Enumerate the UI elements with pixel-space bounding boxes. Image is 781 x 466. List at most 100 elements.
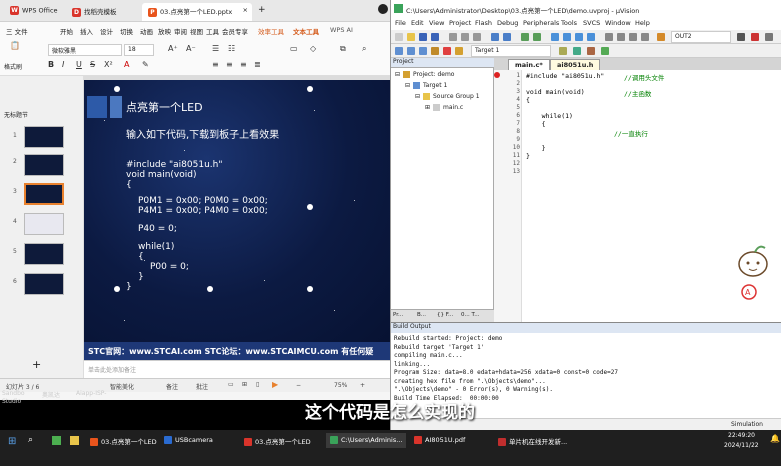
tree-collapse-icon[interactable]: ⊟ (395, 71, 400, 78)
menu-wps-ai[interactable]: WPS AI (330, 26, 353, 34)
load-icon[interactable] (455, 47, 463, 55)
tree-item-group[interactable]: Source Group 1 (433, 93, 480, 100)
new-tab-icon[interactable]: + (258, 5, 266, 15)
taskbar-item-camera[interactable]: USBcamera (160, 433, 217, 448)
clock-time[interactable]: 22:49:20 (728, 432, 755, 439)
menu-view[interactable]: 视图 (190, 26, 203, 36)
slide-thumbnail-1[interactable] (24, 126, 64, 148)
zoom-out-icon[interactable]: − (296, 382, 301, 389)
clock-date[interactable]: 2024/11/22 (724, 442, 759, 449)
build-icon[interactable] (407, 47, 415, 55)
save-all-icon[interactable] (431, 33, 439, 41)
desktop-icon-label[interactable]: 奥凯达 (42, 390, 60, 399)
underline-icon[interactable]: U (76, 60, 82, 69)
slide-thumbnail-4[interactable] (24, 213, 64, 235)
font-size-select[interactable]: 18 (124, 44, 154, 56)
menu-insert[interactable]: 插入 (80, 26, 93, 36)
tree-collapse-icon[interactable]: ⊟ (415, 93, 420, 100)
textbox-icon[interactable]: ▭ (290, 44, 298, 53)
tab-header-file[interactable]: ai8051u.h (550, 59, 601, 70)
redo-icon[interactable] (503, 33, 511, 41)
menu-window[interactable]: Window (605, 19, 631, 27)
app-icon[interactable] (52, 436, 61, 445)
align-center-icon[interactable]: ≡ (226, 60, 233, 69)
pack-installer-icon[interactable] (587, 47, 595, 55)
settings-icon[interactable] (765, 33, 773, 41)
unindent-icon[interactable] (617, 33, 625, 41)
paste-icon[interactable]: 📋 (10, 41, 20, 50)
menu-help[interactable]: Help (635, 19, 650, 27)
desktop-icon-label[interactable]: Studio (2, 398, 21, 405)
undo-icon[interactable] (491, 33, 499, 41)
find-files-icon[interactable] (657, 33, 665, 41)
tree-item-target[interactable]: Target 1 (423, 82, 447, 89)
bold-icon[interactable]: B (48, 60, 54, 69)
desktop-icon-label[interactable]: Aiapp-ISP- (76, 390, 106, 397)
indent-icon[interactable] (605, 33, 613, 41)
menu-svcs[interactable]: SVCS (583, 19, 600, 27)
play-icon[interactable]: ▶ (272, 380, 278, 389)
bookmark-icon[interactable] (551, 33, 559, 41)
new-file-icon[interactable] (395, 33, 403, 41)
notes-pane[interactable]: 单击此处添加备注 (84, 360, 390, 378)
bullets-icon[interactable]: ☰ (212, 44, 219, 53)
desktop-icon-label[interactable]: Sandbo (2, 390, 25, 397)
selection-handle[interactable] (307, 86, 313, 92)
manage-rte-icon[interactable] (601, 47, 609, 55)
tab-pptx[interactable]: P 03.点亮第一个LED.pptx × (142, 3, 252, 21)
tree-item-file[interactable]: main.c (443, 104, 463, 111)
uncomment-icon[interactable] (641, 33, 649, 41)
menu-animation[interactable]: 动画 (140, 26, 153, 36)
selection-handle[interactable] (307, 286, 313, 292)
taskbar-item-ppt[interactable]: 03.点亮第一个LED (86, 433, 161, 448)
menu-project[interactable]: Project (449, 19, 471, 27)
tab-project[interactable]: Pr... (393, 312, 403, 318)
bookmark-clear-icon[interactable] (587, 33, 595, 41)
font-name-select[interactable]: 微软雅黑 (48, 44, 122, 56)
menu-file[interactable]: 三 文件 (6, 26, 28, 36)
tab-books[interactable]: B... (417, 312, 426, 318)
taskbar-item-keil[interactable]: C:\Users\Adminis... (326, 433, 407, 448)
taskbar-item-wps[interactable]: 03.点亮第一个LED (240, 433, 315, 448)
menu-transition[interactable]: 切换 (120, 26, 133, 36)
bookmark-next-icon[interactable] (575, 33, 583, 41)
grow-font-icon[interactable]: A⁺ (168, 44, 178, 53)
arrange-icon[interactable]: ⧉ (340, 44, 346, 54)
target-select[interactable]: Target 1 (471, 45, 551, 57)
zoom-in-icon[interactable]: + (360, 382, 365, 389)
shape-icon[interactable]: ◇ (310, 44, 316, 53)
slide-thumbnail-5[interactable] (24, 243, 64, 265)
notification-icon[interactable]: 🔔 (770, 434, 780, 443)
comment-icon[interactable] (629, 33, 637, 41)
highlight-icon[interactable]: ✎ (142, 60, 149, 69)
manage-project-icon[interactable] (573, 47, 581, 55)
comment-button[interactable]: 批注 (196, 382, 208, 391)
format-painter-label[interactable]: 格式刷 (4, 62, 22, 71)
font-color-icon[interactable]: A (124, 60, 129, 69)
slide-thumbnail-2[interactable] (24, 154, 64, 176)
avatar[interactable] (378, 4, 388, 14)
view-sorter-icon[interactable]: ⊞ (242, 381, 247, 388)
taskbar-item-pdf[interactable]: AI8051U.pdf (410, 433, 469, 448)
nav-forward-icon[interactable] (533, 33, 541, 41)
tab-main-c[interactable]: main.c* (508, 59, 550, 70)
tab-functions[interactable]: {} F... (437, 312, 453, 318)
taskbar-item-browser[interactable]: 单片机在线开发新... (494, 433, 571, 448)
menu-home[interactable]: 开始 (60, 26, 73, 36)
menu-tools[interactable]: Tools (561, 19, 577, 27)
numbering-icon[interactable]: ☷ (228, 44, 235, 53)
notes-button[interactable]: 备注 (166, 382, 178, 391)
menu-edit[interactable]: Edit (411, 19, 424, 27)
tab-wps-office[interactable]: W WPS Office (4, 3, 64, 21)
open-icon[interactable] (407, 33, 415, 41)
search-icon[interactable]: ⌕ (28, 435, 33, 445)
find-box[interactable]: OUT2 (671, 31, 731, 43)
tree-item-project[interactable]: Project: demo (413, 71, 454, 78)
tab-templates[interactable]: 0... T... (461, 312, 479, 318)
tree-expand-icon[interactable]: ⊞ (425, 104, 430, 111)
menu-debug[interactable]: Debug (497, 19, 518, 27)
menu-design[interactable]: 设计 (100, 26, 113, 36)
bookmark-prev-icon[interactable] (563, 33, 571, 41)
stop-build-icon[interactable] (443, 47, 451, 55)
rebuild-icon[interactable] (419, 47, 427, 55)
